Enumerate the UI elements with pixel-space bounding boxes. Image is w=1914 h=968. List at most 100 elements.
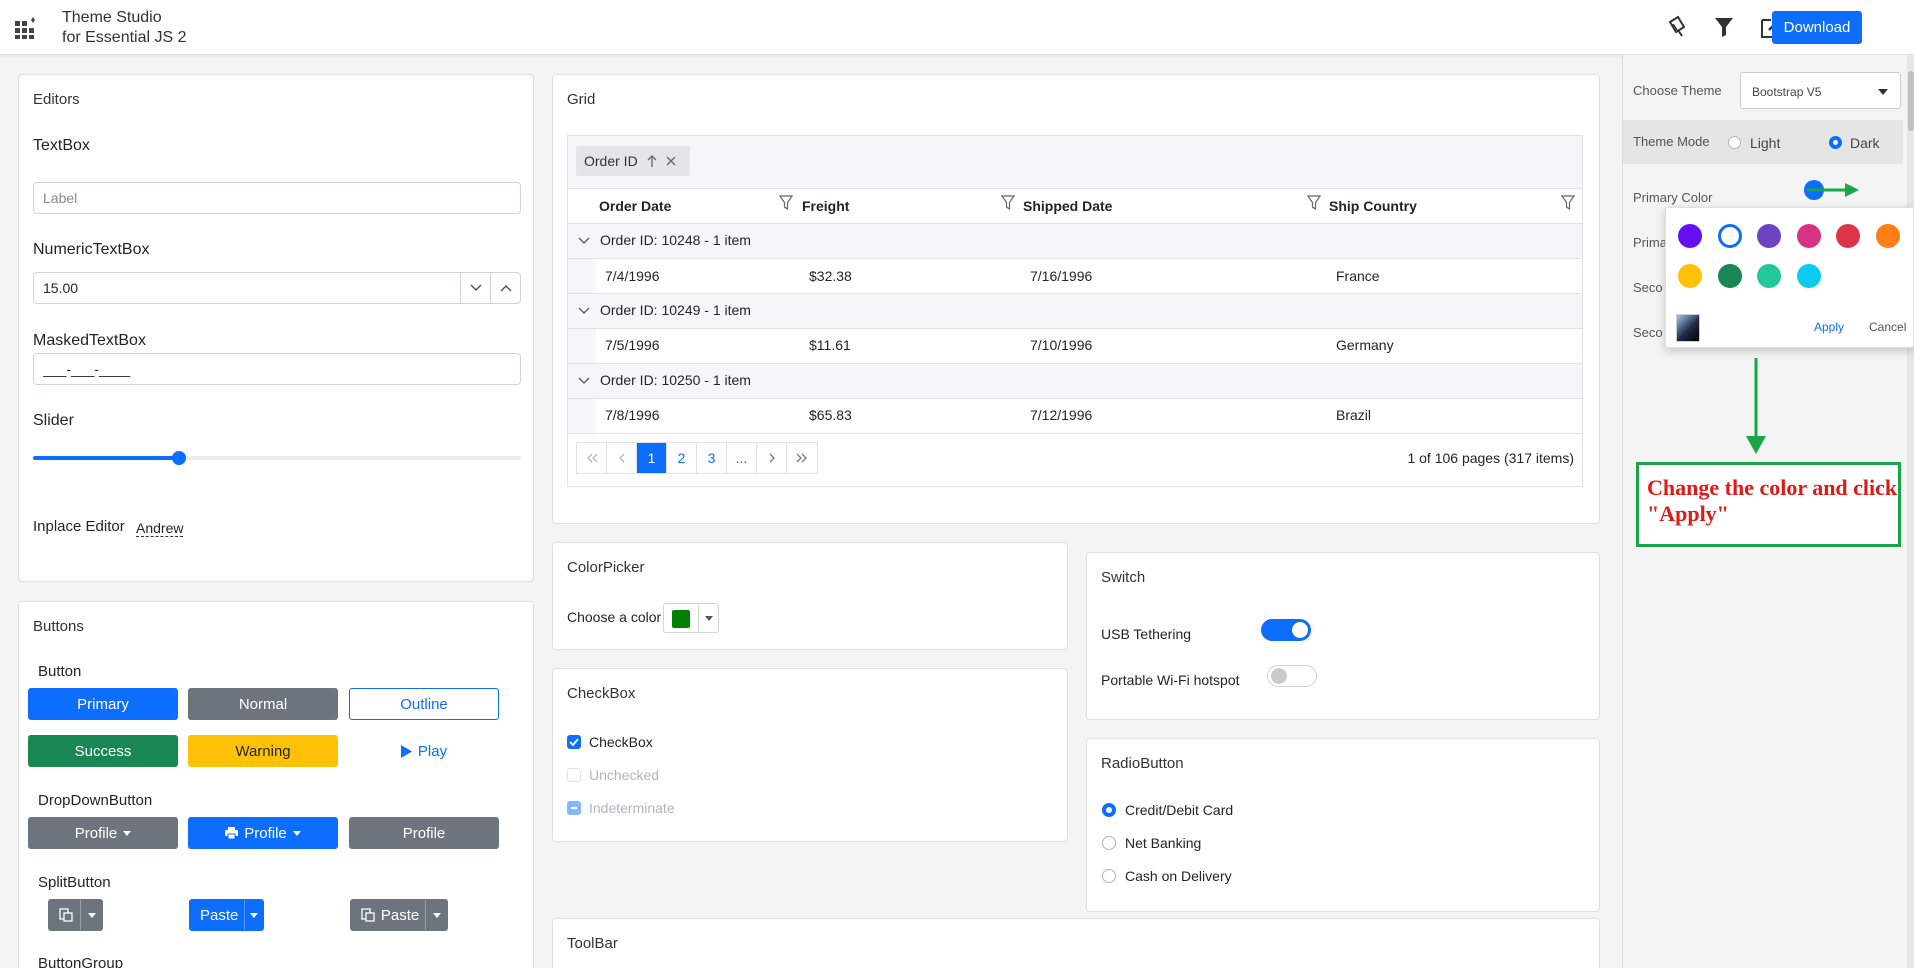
split-section-label: SplitButton [38, 874, 111, 891]
palette-swatch[interactable] [1757, 224, 1781, 248]
mode-dark-radio[interactable] [1829, 136, 1842, 149]
page-more-button[interactable]: ... [727, 443, 757, 473]
chevron-up-icon [499, 284, 512, 292]
numeric-label: NumericTextBox [33, 241, 150, 258]
checkbox-indeterminate[interactable] [567, 801, 581, 815]
palette-swatch[interactable] [1875, 224, 1900, 248]
radio-net-banking[interactable] [1102, 836, 1116, 850]
play-button[interactable]: Play [349, 735, 499, 767]
column-header-freight[interactable]: Freight [802, 198, 849, 214]
split-paste-icon-button[interactable]: Paste [350, 899, 448, 931]
grid-title: Grid [567, 91, 596, 108]
prev-page-button[interactable] [607, 443, 637, 473]
column-header-order-date[interactable]: Order Date [599, 198, 671, 214]
filter-icon[interactable] [1561, 195, 1575, 211]
scrollbar-thumb[interactable] [1908, 71, 1914, 131]
palette-swatch[interactable] [1796, 224, 1821, 248]
primary-color-label: Primary Color [1633, 190, 1713, 205]
apps-grid-icon[interactable] [14, 16, 38, 40]
theme-dropdown[interactable]: Bootstrap V5 [1740, 72, 1901, 109]
outline-button[interactable]: Outline [349, 688, 499, 720]
cancel-button[interactable]: Cancel [1869, 320, 1906, 334]
caret-down-icon [87, 912, 96, 918]
success-button[interactable]: Success [28, 735, 178, 767]
group-caption-row[interactable]: Order ID: 10250 - 1 item [568, 364, 1582, 398]
radio-cash-on-delivery[interactable] [1102, 869, 1116, 883]
checkbox-unchecked[interactable] [567, 768, 581, 782]
table-cell: 7/12/1996 [1030, 407, 1093, 423]
slider-handle[interactable] [172, 451, 187, 465]
palette-swatch[interactable] [1796, 264, 1821, 288]
brush-icon[interactable] [1664, 14, 1690, 40]
radio-credit-card[interactable] [1102, 803, 1116, 817]
next-page-button[interactable] [757, 443, 787, 473]
group-caption-row[interactable]: Order ID: 10248 - 1 item [568, 224, 1582, 258]
chevron-down-icon [469, 284, 482, 292]
primary-button[interactable]: Primary [28, 688, 178, 720]
custom-color-button[interactable] [1676, 314, 1700, 342]
palette-swatch[interactable] [1717, 224, 1742, 248]
palette-swatch[interactable] [1678, 224, 1702, 248]
numeric-value: 15.00 [43, 280, 79, 296]
group-caption-row[interactable]: Order ID: 10249 - 1 item [568, 294, 1582, 328]
numeric-up-button[interactable] [490, 273, 520, 303]
split-paste-icon-caret[interactable] [425, 900, 447, 930]
palette-swatch[interactable] [1757, 264, 1781, 288]
column-header-ship-country[interactable]: Ship Country [1329, 198, 1417, 214]
last-page-button[interactable] [787, 443, 817, 473]
split-paste-caret[interactable] [244, 900, 263, 930]
buttongroup-section-label: ButtonGroup [38, 955, 124, 968]
instruction-callout: Change the color and click "Apply" [1636, 462, 1901, 547]
chevron-down-icon[interactable] [578, 307, 590, 315]
paste-label: Paste [380, 906, 420, 924]
group-chip[interactable]: Order ID [576, 146, 690, 176]
page-1-button[interactable]: 1 [637, 443, 667, 473]
normal-button[interactable]: Normal [188, 688, 338, 720]
textbox-input[interactable] [33, 182, 521, 214]
checkbox-checked[interactable] [567, 735, 581, 749]
callout-text: Change the color and click "Apply" [1647, 475, 1898, 526]
split-copy-caret[interactable] [80, 900, 102, 930]
close-icon[interactable] [666, 156, 676, 166]
palette-swatch[interactable] [1836, 224, 1860, 248]
filter-icon[interactable] [1001, 195, 1015, 211]
table-cell: Germany [1336, 337, 1394, 353]
chevron-double-right-icon [796, 453, 807, 463]
chevron-left-icon [618, 453, 624, 463]
mode-light-radio[interactable] [1728, 136, 1741, 149]
caret-down-icon [705, 616, 713, 621]
theme-dropdown-value: Bootstrap V5 [1752, 85, 1822, 99]
palette-swatch[interactable] [1717, 264, 1742, 288]
profile-dropdown-button[interactable]: Profile [28, 817, 178, 849]
page-3-button[interactable]: 3 [697, 443, 727, 473]
column-header-shipped-date[interactable]: Shipped Date [1023, 198, 1112, 214]
grid-card: Grid Order ID Order Date Freight Shipped… [552, 74, 1600, 524]
colorpicker-button[interactable] [663, 603, 719, 633]
apply-button[interactable]: Apply [1814, 320, 1844, 334]
chevron-down-icon[interactable] [578, 237, 590, 245]
wifi-hotspot-switch[interactable] [1267, 665, 1317, 687]
sort-ascending-icon[interactable] [647, 155, 657, 167]
numeric-down-button[interactable] [460, 273, 490, 303]
filter-icon[interactable] [1307, 195, 1321, 211]
table-cell: $65.83 [809, 407, 852, 423]
masked-textbox[interactable] [33, 353, 521, 385]
warning-button[interactable]: Warning [188, 735, 338, 767]
first-page-button[interactable] [577, 443, 607, 473]
split-paste-button[interactable]: Paste [189, 899, 264, 931]
usb-tethering-switch[interactable] [1261, 619, 1311, 641]
download-button[interactable]: Download [1772, 11, 1862, 44]
page-2-button[interactable]: 2 [667, 443, 697, 473]
scrollbar[interactable] [1907, 55, 1914, 968]
slider-track[interactable] [33, 451, 521, 465]
filter-icon[interactable] [1711, 14, 1737, 40]
numeric-textbox[interactable]: 15.00 [33, 272, 521, 304]
palette-swatch[interactable] [1678, 264, 1702, 288]
profile-print-dropdown-button[interactable]: Profile [188, 817, 338, 849]
filter-icon[interactable] [779, 195, 793, 211]
split-copy-button[interactable] [48, 899, 103, 931]
profile-button[interactable]: Profile [349, 817, 499, 849]
inplace-value[interactable]: Andrew [136, 520, 184, 537]
chevron-down-icon[interactable] [578, 377, 590, 385]
brand-title: Theme Studio for Essential JS 2 [62, 8, 187, 48]
